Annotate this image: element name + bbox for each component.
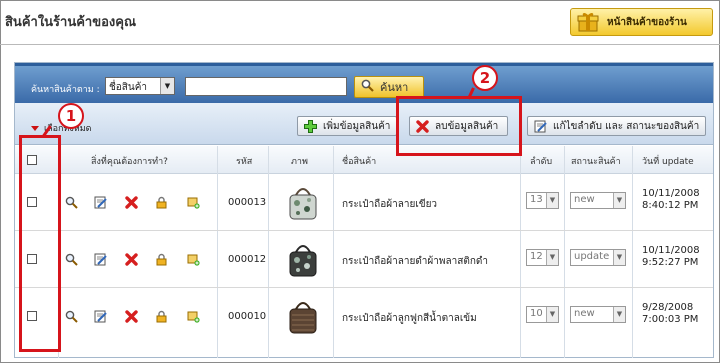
plus-icon bbox=[304, 119, 317, 133]
lock-icon[interactable] bbox=[155, 196, 168, 209]
updated-time: 7:00:03 PM bbox=[642, 314, 699, 325]
table-row: 000010 กระเป๋าถือผ้าลูกฟูกสีน้ำตาลเข้ม 1… bbox=[15, 289, 713, 347]
chevron-down-icon: ▼ bbox=[546, 250, 558, 265]
edit-order-status-button[interactable]: แก้ไขลำดับ และ สถานะของสินค้า bbox=[527, 116, 707, 136]
product-name[interactable]: กระเป๋าถือผ้าลูกฟูกสีน้ำตาลเข้ม bbox=[342, 311, 477, 326]
product-code: 000012 bbox=[228, 254, 267, 265]
header-action: สิ่งที่คุณต้องการทำ? bbox=[91, 157, 168, 167]
search-button-label: ค้นหา bbox=[380, 81, 409, 94]
view-magnifier-icon[interactable] bbox=[65, 310, 78, 323]
product-thumbnail[interactable] bbox=[285, 240, 321, 280]
table-row: 000012 กระเป๋าถือผ้าลายดำผ้าพลาสติกดำ 12… bbox=[15, 232, 713, 288]
edit-note-icon[interactable] bbox=[94, 253, 107, 266]
order-value: 10 bbox=[530, 308, 543, 319]
add-photo-icon[interactable] bbox=[187, 253, 200, 266]
updated-date: 9/28/2008 bbox=[642, 302, 694, 313]
highlight-delete-button bbox=[396, 96, 522, 156]
updated-datetime: 10/11/2008 9:52:27 PM bbox=[642, 245, 700, 269]
header-status: สถานะสินค้า bbox=[571, 157, 621, 167]
toolbar: เลือกทั้งหมด เพิ่มข้อมูลสินค้า ลบข้อมูลส… bbox=[15, 103, 713, 145]
product-name[interactable]: กระเป๋าถือผ้าลายดำผ้าพลาสติกดำ bbox=[342, 254, 488, 269]
edit-note-icon bbox=[534, 120, 547, 133]
delete-x-icon[interactable] bbox=[125, 310, 138, 323]
highlight-checkbox-column bbox=[19, 135, 61, 352]
chevron-down-icon: ▼ bbox=[613, 307, 625, 322]
status-select[interactable]: update ▼ bbox=[570, 249, 626, 266]
divider bbox=[0, 44, 720, 45]
add-photo-icon[interactable] bbox=[187, 196, 200, 209]
status-select[interactable]: new ▼ bbox=[570, 192, 626, 209]
updated-time: 9:52:27 PM bbox=[642, 257, 699, 268]
search-input[interactable] bbox=[185, 77, 347, 96]
search-field-value: ชื่อสินค้า bbox=[109, 82, 148, 93]
product-name[interactable]: กระเป๋าถือผ้าลายเขียว bbox=[342, 197, 437, 212]
status-value: update bbox=[574, 251, 610, 262]
delete-x-icon[interactable] bbox=[125, 196, 138, 209]
search-field-select[interactable]: ชื่อสินค้า ▼ bbox=[105, 77, 175, 95]
edit-order-status-label: แก้ไขลำดับ และ สถานะของสินค้า bbox=[553, 120, 700, 132]
lock-icon[interactable] bbox=[155, 310, 168, 323]
view-magnifier-icon[interactable] bbox=[65, 196, 78, 209]
order-select[interactable]: 13 ▼ bbox=[526, 192, 559, 209]
edit-note-icon[interactable] bbox=[94, 196, 107, 209]
chevron-down-icon: ▼ bbox=[546, 307, 558, 322]
order-value: 13 bbox=[530, 194, 543, 205]
search-bar: ค้นหาสินค้าตาม : ชื่อสินค้า ▼ ค้นหา bbox=[15, 63, 713, 103]
header-order: ลำดับ bbox=[530, 157, 553, 167]
status-value: new bbox=[574, 194, 595, 205]
chevron-down-icon: ▼ bbox=[546, 193, 558, 208]
product-thumbnail[interactable] bbox=[285, 183, 321, 223]
table-header: สิ่งที่คุณต้องการทำ? รหัส ภาพ ชื่อสินค้า… bbox=[15, 146, 713, 174]
updated-time: 8:40:12 PM bbox=[642, 200, 699, 211]
add-product-label: เพิ่มข้อมูลสินค้า bbox=[323, 120, 391, 132]
status-select[interactable]: new ▼ bbox=[570, 306, 626, 323]
callout-badge-1: 1 bbox=[58, 103, 84, 129]
gift-box-icon bbox=[577, 11, 599, 33]
add-photo-icon[interactable] bbox=[187, 310, 200, 323]
product-code: 000010 bbox=[228, 311, 267, 322]
delete-x-icon[interactable] bbox=[125, 253, 138, 266]
order-select[interactable]: 10 ▼ bbox=[526, 306, 559, 323]
page-title: สินค้าในร้านค้าของคุณ bbox=[5, 15, 137, 30]
chevron-down-icon: ▼ bbox=[613, 193, 625, 208]
header-image: ภาพ bbox=[291, 157, 308, 167]
header-name: ชื่อสินค้า bbox=[342, 157, 377, 167]
search-icon bbox=[361, 79, 374, 95]
status-value: new bbox=[574, 308, 595, 319]
search-label: ค้นหาสินค้าตาม : bbox=[31, 85, 100, 95]
view-magnifier-icon[interactable] bbox=[65, 253, 78, 266]
store-page-label: หน้าสินค้าของร้าน bbox=[607, 16, 687, 28]
updated-date: 10/11/2008 bbox=[642, 188, 700, 199]
search-button[interactable]: ค้นหา bbox=[354, 76, 424, 98]
updated-date: 10/11/2008 bbox=[642, 245, 700, 256]
triangle-down-icon bbox=[31, 125, 39, 131]
header-code: รหัส bbox=[236, 157, 253, 167]
callout-badge-2: 2 bbox=[472, 65, 498, 91]
updated-datetime: 9/28/2008 7:00:03 PM bbox=[642, 302, 698, 326]
updated-datetime: 10/11/2008 8:40:12 PM bbox=[642, 188, 700, 212]
store-page-button[interactable]: หน้าสินค้าของร้าน bbox=[570, 8, 713, 36]
table-row: 000013 กระเป๋าถือผ้าลายเขียว 13 ▼ new ▼ 10… bbox=[15, 175, 713, 231]
chevron-down-icon: ▼ bbox=[613, 250, 625, 265]
edit-note-icon[interactable] bbox=[94, 310, 107, 323]
product-thumbnail[interactable] bbox=[285, 297, 321, 337]
product-code: 000013 bbox=[228, 197, 267, 208]
product-panel: ค้นหาสินค้าตาม : ชื่อสินค้า ▼ ค้นหา เลือ… bbox=[14, 62, 714, 358]
add-product-button[interactable]: เพิ่มข้อมูลสินค้า bbox=[297, 116, 398, 136]
order-select[interactable]: 12 ▼ bbox=[526, 249, 559, 266]
order-value: 12 bbox=[530, 251, 543, 262]
chevron-down-icon: ▼ bbox=[160, 78, 174, 94]
lock-icon[interactable] bbox=[155, 253, 168, 266]
header-updated: วันที่ update bbox=[642, 157, 694, 167]
